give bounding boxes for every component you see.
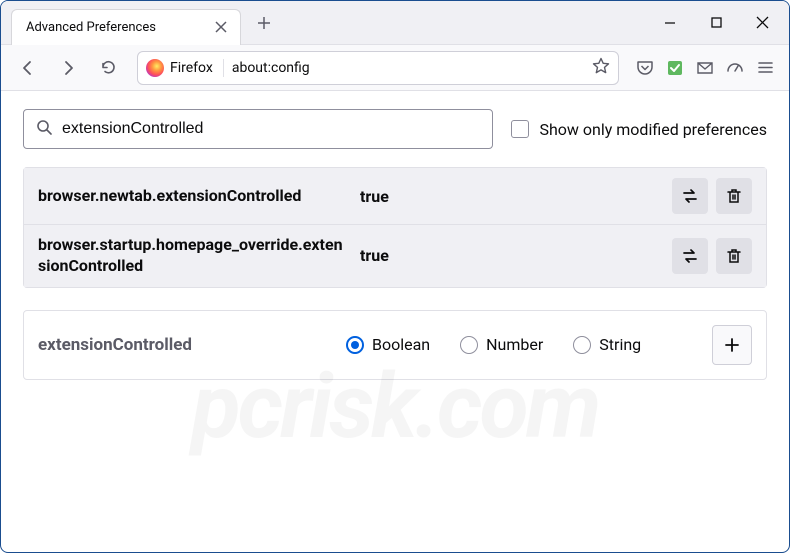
- toolbar-extensions: [631, 58, 779, 78]
- new-tab-button[interactable]: [249, 8, 279, 38]
- identity-label: Firefox: [170, 60, 213, 76]
- pref-row[interactable]: browser.newtab.extensionControlled true: [24, 168, 766, 224]
- radio-label: Number: [486, 335, 543, 354]
- about-config-content: Show only modified preferences browser.n…: [1, 91, 789, 552]
- new-preference-row: extensionControlled Boolean Number Strin…: [23, 310, 767, 380]
- reload-button[interactable]: [91, 51, 125, 85]
- toggle-button[interactable]: [672, 238, 708, 274]
- pref-name: browser.startup.homepage_override.extens…: [38, 235, 348, 277]
- inbox-icon[interactable]: [695, 58, 715, 78]
- extension-green-icon[interactable]: [665, 58, 685, 78]
- pref-name: browser.newtab.extensionControlled: [38, 186, 348, 207]
- delete-button[interactable]: [716, 238, 752, 274]
- radio-label: String: [599, 335, 641, 354]
- dashboard-icon[interactable]: [725, 58, 745, 78]
- pref-row[interactable]: browser.startup.homepage_override.extens…: [24, 224, 766, 287]
- add-preference-button[interactable]: [712, 325, 752, 365]
- new-pref-name: extensionControlled: [38, 335, 328, 355]
- radio-number[interactable]: Number: [460, 335, 543, 354]
- radio-boolean[interactable]: Boolean: [346, 335, 430, 354]
- show-modified-checkbox-row[interactable]: Show only modified preferences: [511, 120, 767, 139]
- show-modified-label: Show only modified preferences: [539, 120, 767, 139]
- url-text: about:config: [232, 60, 584, 76]
- firefox-logo-icon: [146, 59, 164, 77]
- delete-button[interactable]: [716, 178, 752, 214]
- bookmark-star-icon[interactable]: [592, 57, 610, 79]
- type-radio-group: Boolean Number String: [346, 335, 694, 354]
- show-modified-checkbox[interactable]: [511, 120, 529, 138]
- toolbar: Firefox about:config: [1, 45, 789, 91]
- identity-box[interactable]: Firefox: [146, 59, 224, 77]
- menu-icon[interactable]: [755, 58, 775, 78]
- url-bar[interactable]: Firefox about:config: [137, 51, 619, 85]
- forward-button[interactable]: [51, 51, 85, 85]
- pref-value: true: [360, 187, 660, 206]
- minimize-button[interactable]: [647, 3, 693, 43]
- search-icon: [36, 119, 52, 139]
- radio-input[interactable]: [346, 336, 364, 354]
- close-window-button[interactable]: [739, 3, 785, 43]
- browser-tab[interactable]: Advanced Preferences: [11, 9, 241, 45]
- preferences-table: browser.newtab.extensionControlled true …: [23, 167, 767, 288]
- window-controls: [647, 3, 789, 43]
- tab-title: Advanced Preferences: [26, 20, 202, 35]
- search-input[interactable]: [62, 120, 480, 138]
- pref-value: true: [360, 246, 660, 265]
- search-box[interactable]: [23, 109, 493, 149]
- radio-label: Boolean: [372, 335, 430, 354]
- radio-input[interactable]: [460, 336, 478, 354]
- titlebar: Advanced Preferences: [1, 1, 789, 45]
- close-tab-icon[interactable]: [212, 18, 230, 36]
- maximize-button[interactable]: [693, 3, 739, 43]
- toggle-button[interactable]: [672, 178, 708, 214]
- back-button[interactable]: [11, 51, 45, 85]
- pocket-icon[interactable]: [635, 58, 655, 78]
- radio-string[interactable]: String: [573, 335, 641, 354]
- radio-input[interactable]: [573, 336, 591, 354]
